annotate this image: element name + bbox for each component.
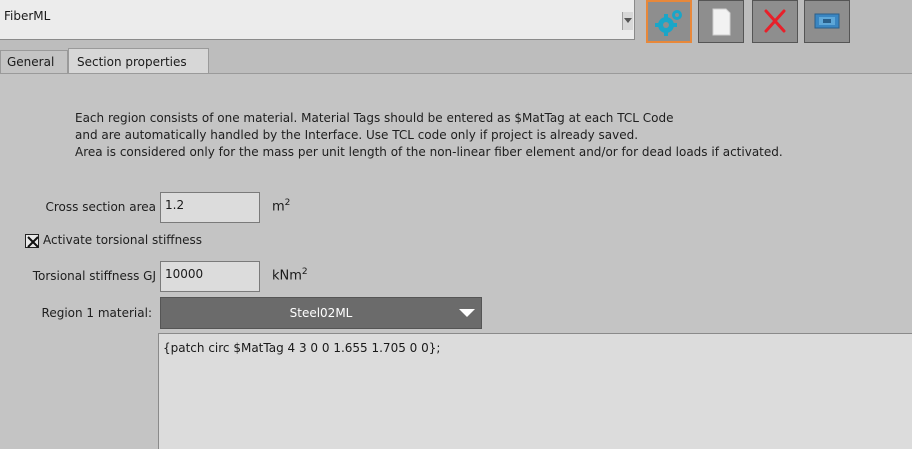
cross-section-area-label: Cross section area	[45, 200, 156, 214]
export-button[interactable]	[804, 0, 850, 43]
cross-section-area-input[interactable]: 1.2	[160, 192, 260, 223]
torsion-unit-base: kNm	[272, 268, 302, 284]
tab-general[interactable]: General	[0, 50, 68, 73]
element-type-combobox[interactable]: FiberML	[0, 0, 635, 40]
torsional-stiffness-checkbox-label: Activate torsional stiffness	[43, 233, 203, 247]
delete-button[interactable]	[752, 0, 798, 43]
torsion-unit-exponent: 2	[301, 267, 308, 277]
new-button[interactable]	[698, 0, 744, 43]
area-unit-base: m	[272, 199, 285, 215]
info-line-2: and are automatically handled by the Int…	[75, 128, 639, 142]
torsional-stiffness-label: Torsional stiffness GJ	[32, 269, 156, 283]
gears-icon	[655, 10, 682, 36]
settings-button[interactable]	[646, 0, 692, 43]
region-material-dropdown[interactable]: Steel02ML	[160, 297, 482, 329]
tcl-code-textarea[interactable]: {patch circ $MatTag 4 3 0 0 1.655 1.705 …	[158, 333, 912, 449]
torsion-unit: kNm2	[272, 267, 308, 283]
checkmark-x-icon	[27, 236, 39, 248]
tab-section-properties[interactable]: Section properties	[68, 48, 209, 74]
area-unit-exponent: 2	[284, 198, 291, 208]
chevron-down-icon[interactable]	[458, 308, 476, 318]
document-icon	[712, 8, 731, 36]
area-unit: m2	[272, 198, 290, 214]
delete-x-icon	[764, 9, 786, 33]
info-line-3: Area is considered only for the mass per…	[75, 145, 783, 159]
export-icon	[814, 13, 840, 29]
region-material-label: Region 1 material:	[41, 306, 152, 320]
torsional-stiffness-input[interactable]: 10000	[160, 261, 260, 292]
info-line-1: Each region consists of one material. Ma…	[75, 111, 674, 125]
torsional-stiffness-checkbox[interactable]	[25, 234, 39, 248]
element-type-value: FiberML	[4, 9, 51, 23]
chevron-down-icon[interactable]	[622, 12, 633, 30]
